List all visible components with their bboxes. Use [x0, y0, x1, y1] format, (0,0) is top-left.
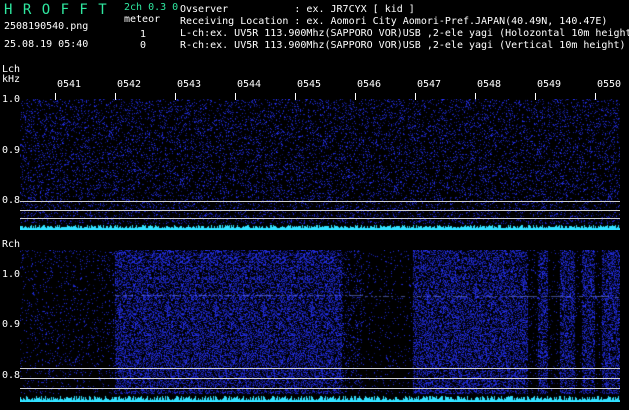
time-label: 0549: [537, 79, 562, 90]
rch-freq-label: 1.0: [2, 269, 21, 280]
time-label: 0544: [237, 79, 262, 90]
rch-marker-line: [20, 368, 620, 369]
rch-waterfall: [20, 250, 620, 402]
lch-freq-label: 0.8: [2, 195, 21, 206]
channel-mode: 2ch 0.3 0: [124, 2, 179, 13]
lch-freq-label: 1.0: [2, 94, 21, 105]
meteor-count-rch: 0: [140, 40, 147, 51]
rch-marker-line: [20, 388, 620, 389]
time-label: 0542: [117, 79, 142, 90]
time-label: 0543: [177, 79, 202, 90]
meteor-count-lch: 1: [140, 29, 147, 40]
time-label: 0550: [597, 79, 622, 90]
lch-marker-line: [20, 210, 620, 211]
frequency-unit: kHz: [2, 74, 21, 85]
location-info: Receiving Location : ex. Aomori City Aom…: [180, 16, 608, 27]
rch-info: R-ch:ex. UV5R 113.900Mhz(SAPPORO VOR)USB…: [180, 40, 626, 51]
rch-marker-line: [20, 378, 620, 379]
time-label: 0548: [477, 79, 502, 90]
lch-marker-line: [20, 218, 620, 219]
lch-freq-label: 0.9: [2, 145, 21, 156]
meteor-label: meteor: [124, 14, 161, 25]
datetime: 25.08.19 05:40: [4, 39, 89, 50]
filename: 2508190540.png: [4, 21, 89, 32]
time-label: 0541: [57, 79, 82, 90]
app-title: H R O F F T: [4, 2, 108, 18]
lch-info: L-ch:ex. UV5R 113.900Mhz(SAPPORO VOR)USB…: [180, 28, 629, 39]
time-label: 0545: [297, 79, 322, 90]
rch-freq-label: 0.8: [2, 370, 21, 381]
time-label: 0547: [417, 79, 442, 90]
observer-info: Ovserver : ex. JR7CYX [ kid ]: [180, 4, 415, 15]
rch-label: Rch: [2, 239, 21, 250]
lch-marker-line: [20, 201, 620, 202]
rch-freq-label: 0.9: [2, 319, 21, 330]
time-label: 0546: [357, 79, 382, 90]
